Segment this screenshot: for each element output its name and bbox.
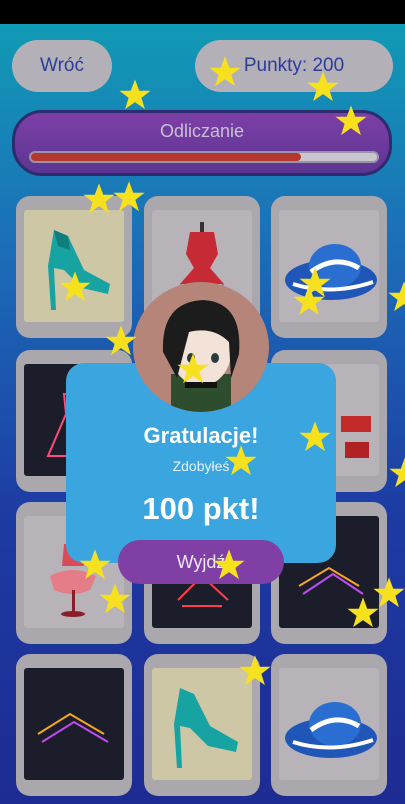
star-icon bbox=[299, 421, 331, 452]
star-icon bbox=[239, 655, 271, 686]
star-icon bbox=[225, 445, 257, 476]
star-icon bbox=[79, 549, 111, 580]
teal-sandal-image bbox=[152, 668, 252, 780]
star-icon bbox=[177, 353, 209, 384]
popup-subtitle: Zdobyłeś bbox=[172, 458, 230, 474]
avatar bbox=[133, 282, 269, 412]
star-icon bbox=[307, 71, 339, 102]
star-icon bbox=[213, 549, 245, 580]
teal-sandal-image bbox=[24, 210, 124, 322]
neon-hangers-image bbox=[24, 668, 124, 780]
popup-score: 100 pkt! bbox=[142, 491, 260, 526]
memory-card[interactable] bbox=[16, 196, 132, 338]
star-icon bbox=[105, 325, 137, 356]
countdown-title: Odliczanie bbox=[159, 121, 245, 141]
star-icon bbox=[388, 281, 405, 312]
star-icon bbox=[99, 583, 131, 614]
star-icon bbox=[293, 285, 325, 316]
star-icon bbox=[389, 457, 405, 488]
memory-card[interactable] bbox=[16, 654, 132, 796]
star-icon bbox=[209, 56, 241, 87]
star-icon bbox=[335, 105, 367, 136]
exit-button[interactable]: Wyjdź bbox=[118, 540, 284, 584]
striped-hat-image bbox=[279, 668, 379, 780]
popup-title: Gratulacje! bbox=[143, 423, 259, 448]
memory-card[interactable] bbox=[271, 654, 387, 796]
back-button[interactable]: Wróć bbox=[12, 40, 112, 92]
countdown-progress-bar bbox=[29, 151, 379, 163]
star-icon bbox=[119, 79, 151, 110]
countdown-progress-fill bbox=[31, 153, 301, 161]
status-bar bbox=[0, 0, 405, 24]
star-icon bbox=[83, 183, 115, 214]
star-icon bbox=[113, 181, 145, 212]
star-icon bbox=[59, 271, 91, 302]
star-icon bbox=[347, 597, 379, 628]
